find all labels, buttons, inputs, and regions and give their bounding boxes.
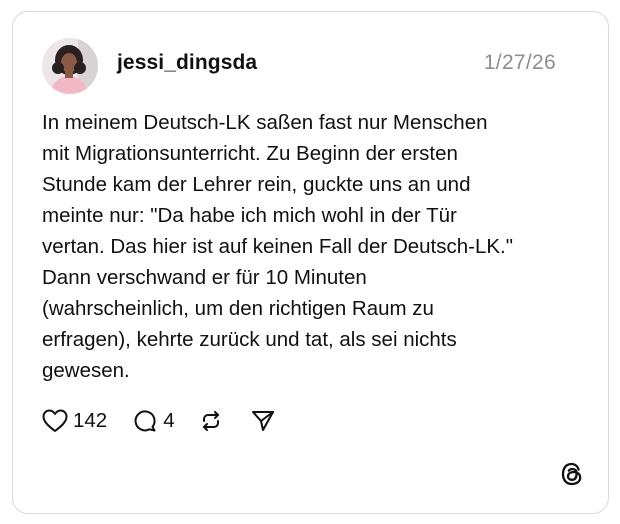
avatar[interactable] (42, 38, 98, 94)
comment-icon (134, 410, 156, 432)
like-button[interactable]: 142 (42, 409, 107, 433)
username[interactable]: jessi_dingsda (117, 51, 257, 75)
reply-count: 4 (163, 409, 175, 432)
reply-button[interactable]: 4 (133, 409, 175, 433)
repost-icon (202, 411, 219, 431)
post-text-line: erfragen), kehrte zurück und tat, als se… (42, 328, 457, 351)
post-card: jessi_dingsda 1/27/26 In meinem Deutsch-… (12, 11, 609, 514)
post-text-line: Stunde kam der Lehrer rein, guckte uns a… (42, 173, 471, 196)
threads-logo-icon[interactable] (559, 461, 585, 487)
post-text-line: In meinem Deutsch-LK saßen fast nur Mens… (42, 111, 488, 134)
post-text: In meinem Deutsch-LK saßen fast nur Mens… (42, 107, 562, 386)
share-button[interactable] (251, 409, 275, 433)
post-text-line: Dann verschwand er für 10 Minuten (42, 266, 367, 289)
post-text-line: gewesen. (42, 359, 130, 382)
post-text-line: vertan. Das hier ist auf keinen Fall der… (42, 235, 514, 258)
send-icon (251, 411, 274, 431)
post-date: 1/27/26 (483, 51, 556, 74)
like-count: 142 (73, 409, 108, 432)
post-text-line: (wahrscheinlich, um den richtigen Raum z… (42, 297, 434, 320)
post-text-line: meinte nur: "Da habe ich mich wohl in de… (42, 204, 457, 227)
heart-icon (42, 409, 68, 432)
repost-button[interactable] (199, 409, 223, 433)
post-text-line: mit Migrationsunterricht. Zu Beginn der … (42, 142, 458, 165)
post-actions: 142 4 (42, 406, 275, 436)
avatar-image (42, 38, 98, 94)
